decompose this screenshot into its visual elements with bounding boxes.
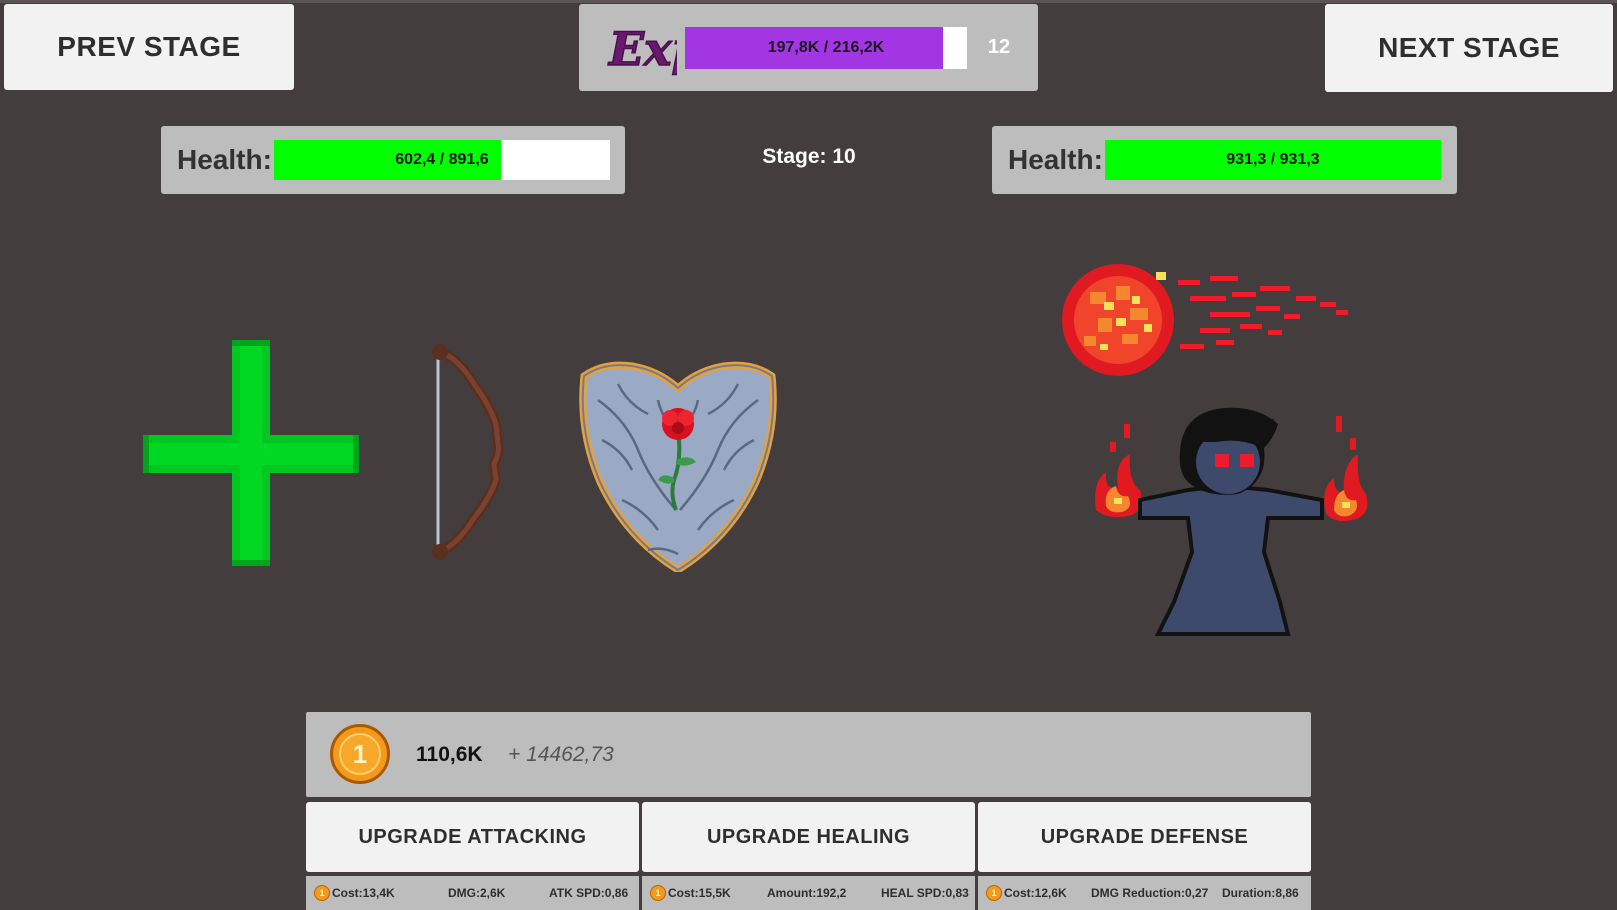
dark-mage-enemy-icon: [1095, 407, 1368, 636]
prev-stage-button[interactable]: PREV STAGE: [4, 4, 294, 90]
next-stage-button[interactable]: NEXT STAGE: [1325, 4, 1613, 92]
enemy-health-label: Health:: [1008, 144, 1103, 175]
mini-coin-icon: 1: [986, 885, 1002, 901]
attack-upgrade-stats: 1 Cost:13,4K DMG:2,6K ATK SPD:0,86: [306, 876, 639, 910]
player-health-bar: 602,4 / 891,6: [274, 140, 610, 180]
exp-bar-text: 197,8K / 216,2K: [767, 39, 885, 56]
healing-upgrade-speed: HEAL SPD:0,83: [881, 886, 969, 900]
rose-shield-icon: [579, 361, 777, 572]
bow-icon: [432, 344, 504, 560]
enemy-health-text: 931,3 / 931,3: [1226, 151, 1320, 168]
exp-bar: 197,8K / 216,2K: [685, 27, 967, 69]
defense-upgrade-duration: Duration:8,86: [1222, 886, 1299, 900]
top-strip: [0, 0, 1617, 3]
exp-panel: Exp 197,8K / 216,2K 12: [579, 4, 1038, 91]
exp-logo: Exp: [606, 18, 704, 77]
attack-upgrade-cost: Cost:13,4K: [332, 886, 395, 900]
upgrade-attacking-button[interactable]: UPGRADE ATTACKING: [306, 802, 639, 872]
healing-upgrade-cost: Cost:15,5K: [668, 886, 731, 900]
stage-label: Stage: 10: [762, 145, 856, 168]
currency-panel: 1 110,6K + 14462,73: [306, 712, 1311, 797]
upgrade-defense-button[interactable]: UPGRADE DEFENSE: [978, 802, 1311, 872]
coin-icon: 1: [330, 724, 390, 784]
player-health-text: 602,4 / 891,6: [395, 151, 489, 168]
attack-upgrade-damage: DMG:2,6K: [448, 886, 506, 900]
exp-logo-text: Exp: [607, 22, 677, 76]
healing-upgrade-amount: Amount:192,2: [767, 886, 847, 900]
attack-upgrade-speed: ATK SPD:0,86: [549, 886, 629, 900]
player-health-label: Health:: [177, 144, 272, 175]
enemy-health-bar: 931,3 / 931,3: [1105, 140, 1441, 180]
coin-symbol: 1: [339, 733, 381, 775]
defense-upgrade-cost: Cost:12,6K: [1004, 886, 1067, 900]
upgrade-healing-button[interactable]: UPGRADE HEALING: [642, 802, 975, 872]
enemy-health-panel: Health: 931,3 / 931,3: [992, 126, 1457, 194]
player-level: 12: [987, 36, 1011, 58]
healing-upgrade-stats: 1 Cost:15,5K Amount:192,2 HEAL SPD:0,83: [642, 876, 975, 910]
mini-coin-icon: 1: [650, 885, 666, 901]
health-cross-icon: [143, 340, 359, 566]
defense-upgrade-reduction: DMG Reduction:0,27: [1091, 886, 1209, 900]
player-health-panel: Health: 602,4 / 891,6: [161, 126, 625, 194]
mini-coin-icon: 1: [314, 885, 330, 901]
exp-logo-icon: Exp: [606, 21, 704, 77]
defense-upgrade-stats: 1 Cost:12,6K DMG Reduction:0,27 Duration…: [978, 876, 1311, 910]
coin-amount: 110,6K: [416, 742, 483, 766]
fireball-icon: [1062, 264, 1348, 376]
coin-income: + 14462,73: [508, 742, 614, 766]
